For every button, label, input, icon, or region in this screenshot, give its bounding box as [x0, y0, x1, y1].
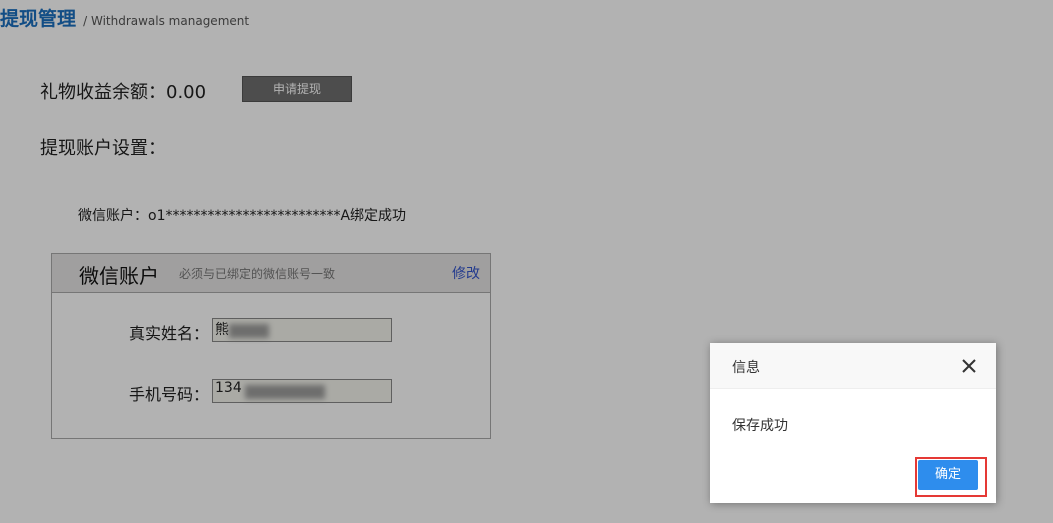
info-dialog: 信息 保存成功 确定 [710, 343, 996, 503]
dialog-header: 信息 [710, 343, 996, 389]
close-icon[interactable] [960, 357, 978, 375]
dialog-message: 保存成功 [732, 418, 788, 434]
withdrawals-page: 提现管理 / Withdrawals management 礼物收益余额：0.0… [0, 0, 1053, 523]
confirm-button[interactable]: 确定 [918, 460, 978, 490]
close-icon-glyph [962, 359, 976, 373]
dialog-title: 信息 [732, 360, 760, 376]
